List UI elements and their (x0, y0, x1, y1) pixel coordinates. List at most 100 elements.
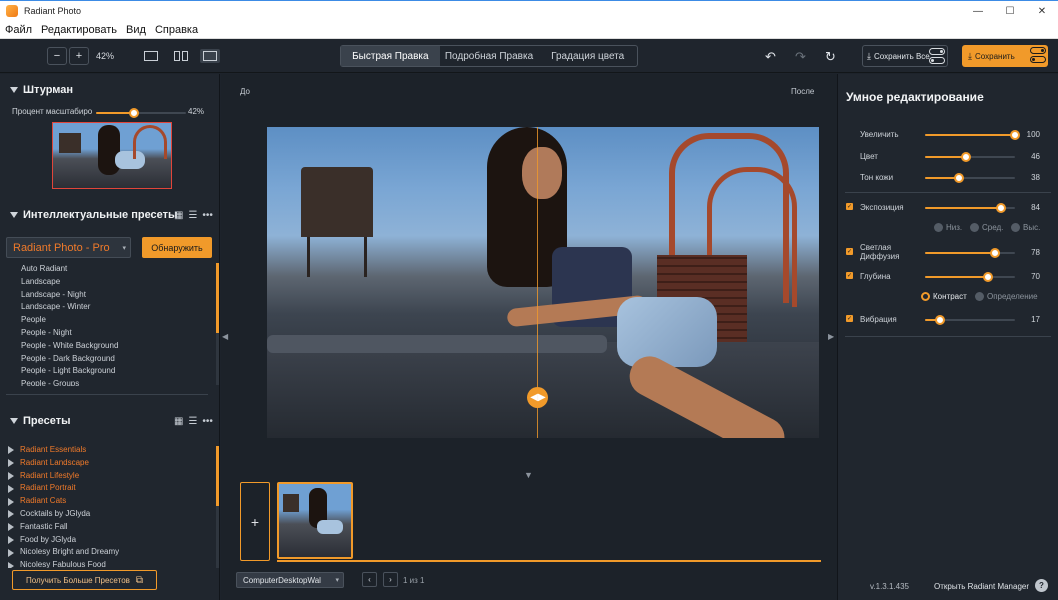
preset-group-item[interactable]: Radiant Portrait (8, 482, 119, 495)
color-slider[interactable] (925, 152, 1015, 162)
list-view-icon[interactable]: ☰ (188, 210, 197, 221)
skin-tone-slider[interactable] (925, 173, 1015, 183)
grid-view-icon[interactable]: ▦ (174, 416, 183, 427)
slider-knob[interactable] (983, 272, 993, 282)
minimize-button[interactable]: — (962, 1, 994, 21)
collapse-left-panel-icon[interactable]: ◀ (222, 332, 228, 341)
smart-preset-item[interactable]: People - Night (21, 327, 118, 340)
navigator-thumbnail[interactable] (52, 122, 172, 189)
exposure-high-radio[interactable]: Выс. (1011, 223, 1040, 232)
slider-knob[interactable] (995, 203, 1006, 213)
more-options-icon[interactable]: ••• (202, 416, 213, 427)
collapse-icon (10, 87, 18, 93)
smart-preset-item[interactable]: People - Groups (21, 378, 118, 386)
next-page-button[interactable]: › (383, 572, 398, 587)
redo-icon[interactable]: ↷ (795, 49, 806, 65)
folder-select[interactable]: ComputerDesktopWal ▾ (236, 572, 344, 588)
toggle-filmstrip-icon[interactable]: ▼ (524, 470, 533, 480)
radio-icon (1011, 223, 1020, 232)
preset-group-item[interactable]: Radiant Essentials (8, 444, 119, 457)
menu-bar: Файл Редактировать Вид Справка (0, 21, 1058, 39)
prev-page-button[interactable]: ‹ (362, 572, 377, 587)
expand-icon (8, 497, 14, 506)
smart-presets-header[interactable]: Интеллектуальные пресеты (10, 209, 177, 221)
menu-help[interactable]: Справка (155, 24, 198, 36)
add-image-button[interactable]: + (240, 482, 270, 561)
get-more-presets-button[interactable]: Получить Больше Пресетов ⧉ (12, 570, 157, 590)
smart-preset-select[interactable]: Radiant Photo - Pro ▾ (6, 237, 131, 258)
menu-edit[interactable]: Редактировать (41, 24, 117, 36)
collapse-right-panel-icon[interactable]: ▶ (828, 332, 834, 341)
close-button[interactable]: ✕ (1026, 1, 1058, 21)
maximize-button[interactable]: ☐ (994, 1, 1026, 21)
enhance-slider[interactable] (925, 130, 1020, 140)
slider-knob[interactable] (961, 152, 972, 162)
split-view-icon[interactable] (200, 49, 220, 63)
depth-value: 70 (1031, 272, 1040, 281)
depth-definition-radio[interactable]: Определение (975, 292, 1038, 301)
exposure-slider[interactable] (925, 203, 1015, 213)
tab-color-grading[interactable]: Градация цвета (538, 46, 637, 66)
light-diffusion-slider[interactable] (925, 248, 1015, 258)
smart-preset-item[interactable]: People - White Background (21, 340, 118, 353)
navigator-header[interactable]: Штурман (10, 84, 73, 96)
exposure-mid-radio[interactable]: Сред. (970, 223, 1003, 232)
preset-group-item[interactable]: Cocktails by JGlyda (8, 508, 119, 521)
skin-tone-value: 38 (1031, 173, 1040, 182)
zoom-in-button[interactable]: + (69, 47, 89, 65)
slider-knob[interactable] (954, 173, 965, 183)
zoom-out-button[interactable]: − (47, 47, 67, 65)
expand-icon (8, 561, 14, 568)
smart-preset-item[interactable]: People - Dark Background (21, 353, 118, 366)
menu-view[interactable]: Вид (126, 24, 146, 36)
menu-file[interactable]: Файл (5, 24, 32, 36)
save-options-toggle-icon[interactable] (1030, 47, 1046, 63)
depth-slider[interactable] (925, 272, 1015, 282)
single-view-icon[interactable] (141, 49, 161, 63)
vibrance-checkbox[interactable]: ✓ (846, 315, 853, 322)
smart-preset-item[interactable]: Landscape (21, 276, 118, 289)
preset-group-item[interactable]: Fantastic Fall (8, 521, 119, 534)
preset-group-item[interactable]: Nicolesy Fabulous Food (8, 559, 119, 568)
more-options-icon[interactable]: ••• (202, 210, 213, 221)
preset-group-item[interactable]: Nicolesy Bright and Dreamy (8, 546, 119, 559)
undo-icon[interactable]: ↶ (765, 49, 776, 65)
smart-preset-item[interactable]: People - Light Background (21, 365, 118, 378)
depth-checkbox[interactable]: ✓ (846, 272, 853, 279)
reset-icon[interactable]: ↻ (825, 49, 836, 65)
smart-presets-scrollbar[interactable] (216, 263, 219, 385)
preset-group-item[interactable]: Radiant Landscape (8, 457, 119, 470)
slider-knob[interactable] (990, 248, 1001, 258)
navigator-zoom-slider[interactable] (96, 108, 186, 118)
exposure-checkbox[interactable]: ✓ (846, 203, 853, 210)
light-diffusion-checkbox[interactable]: ✓ (846, 248, 853, 255)
open-radiant-manager-link[interactable]: Открыть Radiant Manager (934, 582, 1029, 591)
help-icon[interactable]: ? (1035, 579, 1048, 592)
side-by-side-view-icon[interactable] (171, 49, 191, 63)
smart-presets-title: Интеллектуальные пресеты (23, 209, 178, 221)
radio-icon (921, 292, 930, 301)
smart-preset-item[interactable]: People (21, 314, 118, 327)
save-all-button[interactable]: ⤓ Сохранить Все (862, 45, 948, 67)
list-view-icon[interactable]: ☰ (188, 416, 197, 427)
preset-group-item[interactable]: Radiant Cats (8, 495, 119, 508)
preset-group-item[interactable]: Food by JGlyda (8, 534, 119, 547)
save-options-toggle-icon[interactable] (929, 48, 945, 64)
tab-quick-edit[interactable]: Быстрая Правка (341, 46, 440, 66)
presets-header[interactable]: Пресеты (10, 415, 70, 427)
grid-view-icon[interactable]: ▦ (174, 210, 183, 221)
smart-preset-item[interactable]: Landscape - Night (21, 289, 118, 302)
smart-preset-item[interactable]: Landscape - Winter (21, 301, 118, 314)
exposure-low-radio[interactable]: Низ. (934, 223, 962, 232)
discover-button[interactable]: Обнаружить (142, 237, 212, 258)
save-button[interactable]: ⤓ Сохранить (962, 45, 1048, 67)
preset-group-item[interactable]: Radiant Lifestyle (8, 470, 119, 483)
slider-knob[interactable] (935, 315, 946, 325)
presets-scrollbar[interactable] (216, 446, 219, 568)
vibrance-slider[interactable] (925, 315, 1015, 325)
depth-contrast-radio[interactable]: Контраст (921, 292, 967, 301)
tab-detailed-edit[interactable]: Подробная Правка (440, 46, 539, 66)
slider-knob[interactable] (128, 108, 139, 118)
filmstrip-thumbnail[interactable] (277, 482, 353, 559)
smart-preset-item[interactable]: Auto Radiant (21, 263, 118, 276)
